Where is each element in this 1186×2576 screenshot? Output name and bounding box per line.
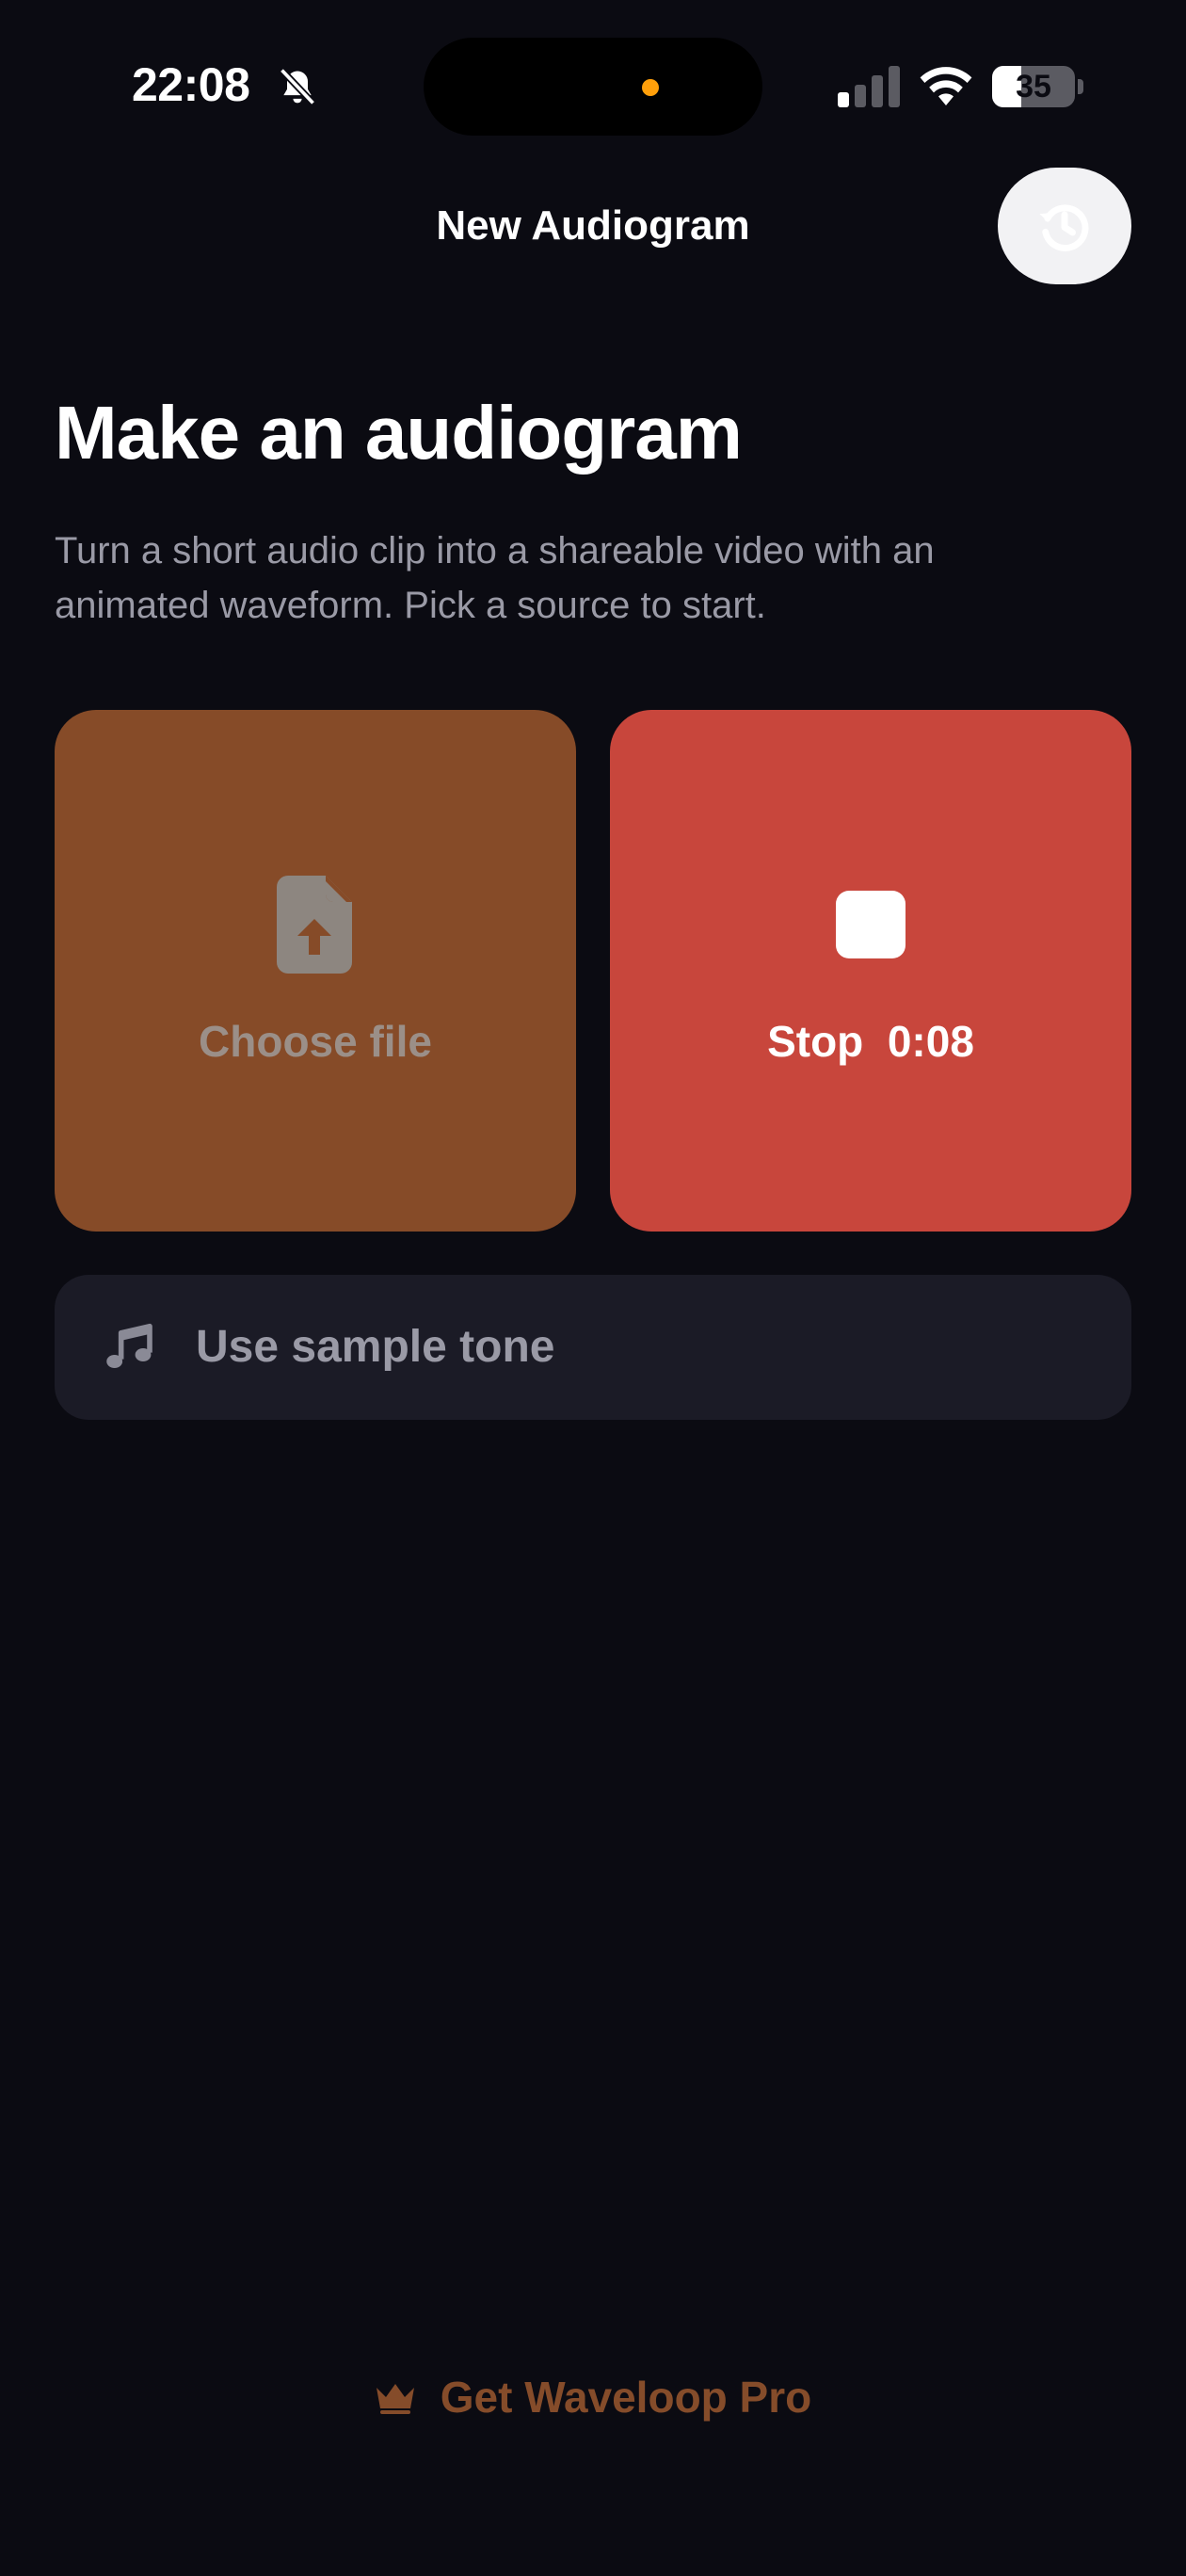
bell-slash-icon xyxy=(279,68,316,105)
battery-cap xyxy=(1078,79,1083,94)
battery-icon: 35 xyxy=(992,66,1075,107)
signal-icon xyxy=(838,66,900,107)
privacy-indicator-dot xyxy=(642,79,659,96)
dynamic-island xyxy=(424,38,762,136)
stop-recording-label: Stop 0:08 xyxy=(767,1017,974,1066)
stop-recording-button[interactable]: Stop 0:08 xyxy=(610,710,1131,1232)
music-note-icon xyxy=(106,1323,152,1368)
choose-file-label: Choose file xyxy=(199,1017,432,1066)
history-icon xyxy=(1039,204,1089,251)
page-description: Turn a short audio clip into a shareable… xyxy=(55,530,935,626)
use-sample-tone-button[interactable]: Use sample tone xyxy=(55,1275,1131,1420)
wifi-icon xyxy=(920,67,972,105)
get-pro-link[interactable]: Get Waveloop Pro xyxy=(0,2367,1186,2427)
get-pro-label: Get Waveloop Pro xyxy=(440,2373,812,2422)
battery-level: 35 xyxy=(1016,69,1051,105)
file-upload-icon xyxy=(277,876,352,974)
crown-icon xyxy=(376,2384,414,2414)
status-time: 22:08 xyxy=(132,58,250,111)
page-title: Make an audiogram xyxy=(55,391,743,475)
use-sample-tone-label: Use sample tone xyxy=(196,1322,555,1372)
choose-file-button[interactable]: Choose file xyxy=(55,710,576,1232)
history-button[interactable] xyxy=(998,168,1131,284)
stop-icon xyxy=(836,891,906,958)
